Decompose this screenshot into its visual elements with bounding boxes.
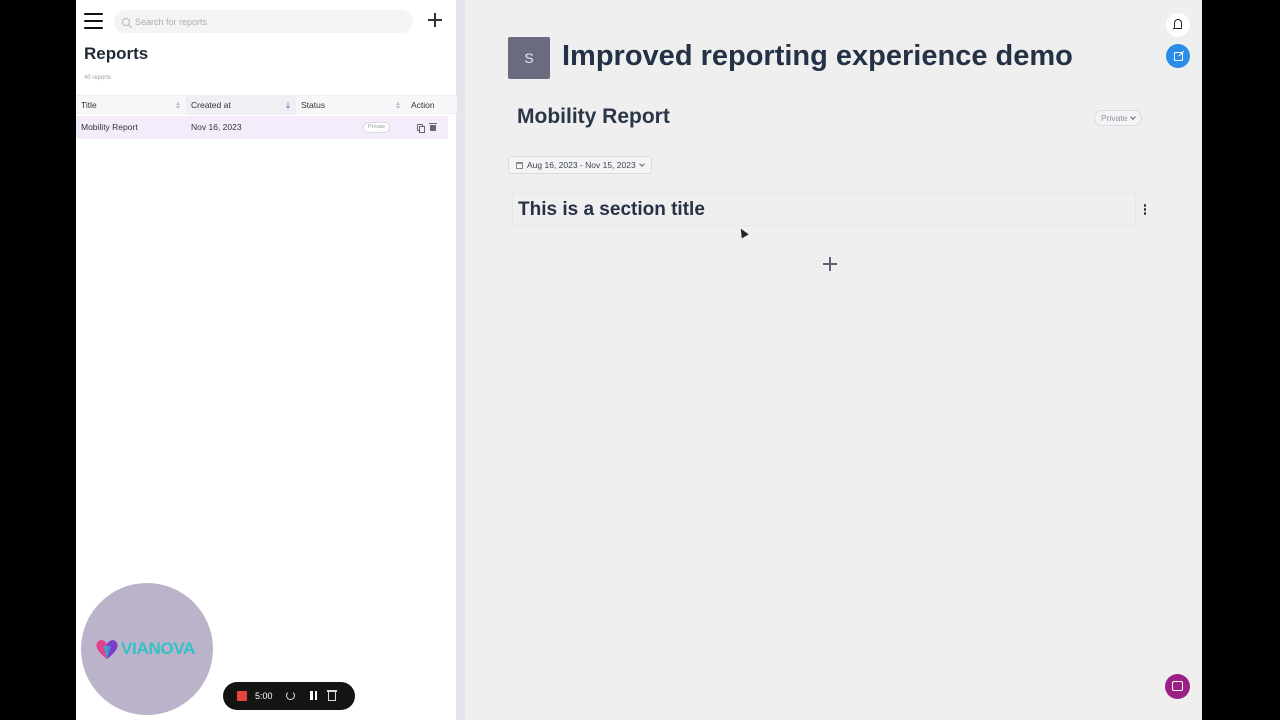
heart-logo-icon xyxy=(96,640,118,659)
visibility-dropdown[interactable]: Private xyxy=(1094,110,1143,126)
calendar-icon xyxy=(516,162,523,169)
brand-name: VIANOVA xyxy=(121,639,196,658)
mouse-cursor xyxy=(737,226,749,239)
row-created-at: Nov 16, 2023 xyxy=(191,122,242,132)
column-created-at-label: Created at xyxy=(191,100,231,110)
table-header: Title Created at Status Action xyxy=(76,95,457,115)
sort-icon[interactable] xyxy=(176,102,181,110)
open-external-button[interactable] xyxy=(1166,44,1190,68)
reports-sidebar: Reports 40 reports Title Created at Stat… xyxy=(76,0,457,720)
vianova-logo: VIANOVA xyxy=(94,636,204,662)
kebab-icon[interactable] xyxy=(1142,204,1148,216)
delete-button[interactable] xyxy=(326,689,342,703)
search-icon xyxy=(122,17,130,26)
date-range-picker[interactable]: Aug 16, 2023 - Nov 15, 2023 xyxy=(508,156,652,174)
visibility-label: Private xyxy=(1101,113,1128,123)
table-row[interactable]: Mobility Report Nov 16, 2023 Private xyxy=(76,116,448,139)
chat-icon xyxy=(1172,681,1183,691)
delete-icon xyxy=(326,690,337,701)
chat-button[interactable] xyxy=(1165,674,1190,699)
chevron-down-icon xyxy=(1130,114,1137,120)
stop-icon[interactable] xyxy=(237,691,247,701)
column-title-label: Title xyxy=(81,100,97,110)
column-status[interactable]: Status xyxy=(296,96,406,115)
add-report-button[interactable] xyxy=(426,11,444,29)
section-title[interactable]: This is a section title xyxy=(518,199,705,221)
sort-icon[interactable] xyxy=(286,102,291,110)
chevron-down-icon xyxy=(638,161,645,167)
column-created-at[interactable]: Created at xyxy=(186,96,296,115)
menu-icon[interactable] xyxy=(84,13,103,30)
report-avatar: S xyxy=(508,37,550,79)
restart-icon xyxy=(286,691,295,700)
sort-icon[interactable] xyxy=(396,102,401,110)
report-name[interactable]: Mobility Report xyxy=(517,105,670,129)
section-block[interactable]: This is a section title xyxy=(512,193,1136,226)
reports-count: 40 reports xyxy=(84,75,112,81)
column-title[interactable]: Title xyxy=(76,96,186,115)
copy-icon[interactable] xyxy=(417,124,425,133)
panel-divider[interactable] xyxy=(457,0,465,720)
pause-icon[interactable] xyxy=(307,689,321,703)
reports-heading: Reports xyxy=(84,44,149,63)
trash-icon[interactable] xyxy=(429,123,437,131)
date-range-label: Aug 16, 2023 - Nov 15, 2023 xyxy=(527,160,636,170)
search-box[interactable] xyxy=(114,10,413,33)
bell-icon xyxy=(1173,19,1182,30)
restart-button[interactable] xyxy=(286,689,300,703)
external-link-icon xyxy=(1174,52,1183,61)
column-action-label: Action xyxy=(411,100,435,110)
notifications-button[interactable] xyxy=(1166,13,1190,37)
search-input[interactable] xyxy=(135,16,395,27)
page-title: Improved reporting experience demo xyxy=(562,40,1073,72)
recording-controls: 5:00 xyxy=(223,682,355,710)
column-status-label: Status xyxy=(301,100,326,110)
presenter-avatar: VIANOVA xyxy=(81,583,213,715)
row-title: Mobility Report xyxy=(81,122,138,132)
column-action: Action xyxy=(406,96,457,115)
status-badge: Private xyxy=(363,122,391,133)
recording-timer: 5:00 xyxy=(255,691,273,701)
add-section-button[interactable] xyxy=(822,256,838,272)
app-frame: Reports 40 reports Title Created at Stat… xyxy=(76,0,1202,720)
